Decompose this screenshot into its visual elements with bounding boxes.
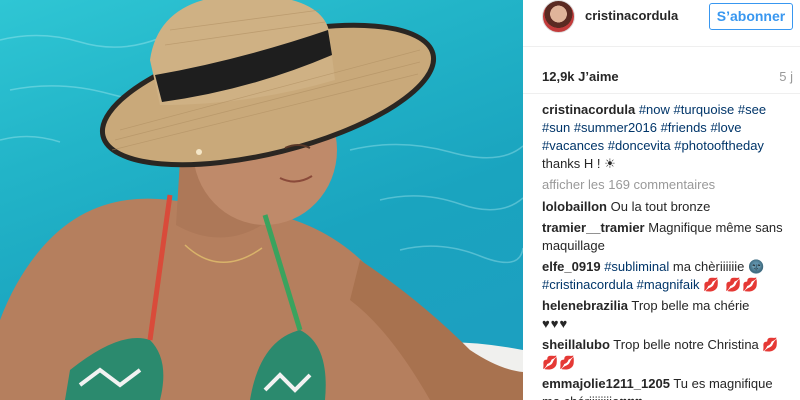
author-username[interactable]: cristinacordula [585, 8, 678, 23]
avatar[interactable] [542, 0, 575, 33]
caption: cristinacordula #now #turquoise #see #su… [542, 101, 793, 173]
comment: tramier__tramier Magnifique même sans ma… [542, 219, 793, 255]
comment-username[interactable]: tramier__tramier [542, 220, 645, 235]
hashtag[interactable]: #magnifaik [637, 277, 700, 292]
kiss-emoji: 💋 💋💋 [703, 277, 760, 292]
hashtag[interactable]: #now [639, 102, 670, 117]
instagram-post: cristinacordula S’abonner 12,9k J’aime 5… [0, 0, 800, 400]
post-time[interactable]: 5 j [779, 69, 793, 84]
hashtag[interactable]: #cristinacordula [542, 277, 633, 292]
comment-text: Ou la tout bronze [610, 199, 711, 214]
comment: sheillalubo Trop belle notre Christina 💋… [542, 336, 793, 372]
hashtag[interactable]: #friends [661, 120, 707, 135]
hashtag[interactable]: #turquoise [674, 102, 735, 117]
comment-username[interactable]: helenebrazilia [542, 298, 628, 313]
comment-username[interactable]: sheillalubo [542, 337, 610, 352]
follow-button[interactable]: S’abonner [709, 3, 793, 30]
post-header: cristinacordula S’abonner [523, 0, 800, 35]
post-photo[interactable] [0, 0, 523, 400]
comment: emmajolie1211_1205 Tu es magnifique ma c… [542, 375, 793, 400]
post-stats: 12,9k J’aime 5 j [542, 69, 793, 85]
comment: helenebrazilia Trop belle ma chérie ♥♥♥ [542, 297, 793, 333]
hashtag[interactable]: #see [738, 102, 766, 117]
comment: lolobaillon Ou la tout bronze [542, 198, 793, 216]
heart-emoji: ♥♥♥ [542, 316, 569, 331]
hashtag[interactable]: #vacances [542, 138, 604, 153]
hashtag[interactable]: #sun [542, 120, 570, 135]
comment-username[interactable]: emmajolie1211_1205 [542, 376, 670, 391]
hashtag[interactable]: #summer2016 [574, 120, 657, 135]
comment-username[interactable]: elfe_0919 [542, 259, 601, 274]
hashtag[interactable]: #doncevita [608, 138, 671, 153]
caption-username[interactable]: cristinacordula [542, 102, 635, 117]
load-more-comments-link[interactable]: afficher les 169 commentaires [542, 176, 793, 194]
header-divider [523, 46, 800, 47]
hashtag[interactable]: #love [710, 120, 741, 135]
like-count[interactable]: 12,9k J’aime [542, 69, 619, 84]
caption-tail: thanks H ! ☀ [542, 156, 616, 171]
hashtag[interactable]: #subliminal [604, 259, 669, 274]
comment-text: Trop belle notre Christina [613, 337, 759, 352]
comment: elfe_0919 #subliminal ma chèriiiiiie 🌚 #… [542, 258, 793, 294]
comment-text: Trop belle ma chérie [631, 298, 750, 313]
comment-list: cristinacordula #now #turquoise #see #su… [542, 101, 793, 400]
hashtag[interactable]: #photooftheday [674, 138, 764, 153]
comment-username[interactable]: lolobaillon [542, 199, 607, 214]
post-side-panel: cristinacordula S’abonner 12,9k J’aime 5… [523, 0, 800, 400]
comment-text: ma chèriiiiiie 🌚 [672, 259, 765, 274]
woman-in-straw-hat-photo [0, 0, 523, 400]
stats-divider [523, 93, 800, 94]
